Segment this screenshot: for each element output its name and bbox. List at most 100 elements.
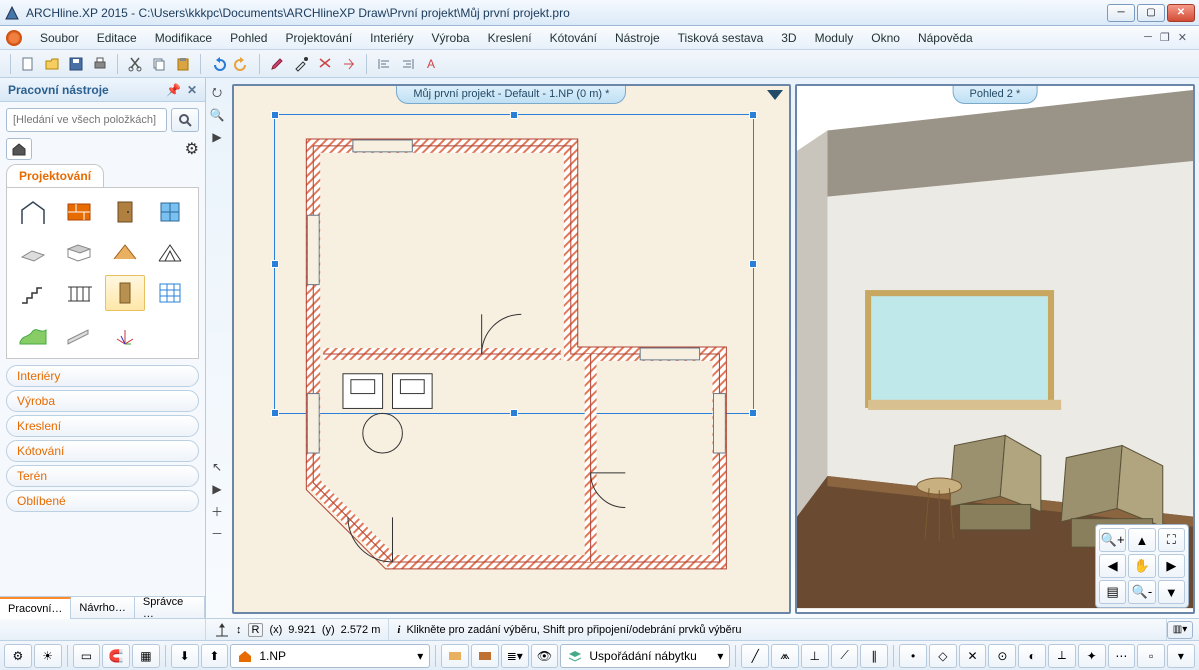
minus-icon[interactable]: － bbox=[208, 524, 226, 542]
view2d-tab[interactable]: Můj první projekt - Default - 1.NP (0 m)… bbox=[396, 84, 626, 104]
bb-arc[interactable]: ⟋ bbox=[831, 644, 859, 668]
status-end-button[interactable]: ▥▾ bbox=[1167, 621, 1193, 639]
tool-truss[interactable] bbox=[150, 235, 190, 271]
nav-fit[interactable]: ⛶ bbox=[1158, 528, 1185, 552]
category-vyroba[interactable]: Výroba bbox=[6, 390, 199, 412]
redo-button[interactable] bbox=[231, 53, 253, 75]
category-oblibene[interactable]: Oblíbené bbox=[6, 490, 199, 512]
bb-layer-vis[interactable]: 👁 bbox=[531, 644, 559, 668]
bb-layers[interactable]: ≣▾ bbox=[501, 644, 529, 668]
play-icon[interactable]: ▶ bbox=[208, 128, 226, 146]
coord-mode-icon[interactable]: ↕ bbox=[236, 624, 242, 636]
print-button[interactable] bbox=[89, 53, 111, 75]
orbit-icon[interactable]: ⭮ bbox=[208, 84, 226, 102]
bb-grid[interactable]: ▦ bbox=[132, 644, 160, 668]
menu-projektovani[interactable]: Projektování bbox=[277, 29, 360, 47]
bb-line[interactable]: ╱ bbox=[741, 644, 769, 668]
bb-wall-2[interactable] bbox=[471, 644, 499, 668]
bb-snap-cen[interactable]: ⊙ bbox=[988, 644, 1016, 668]
paste-button[interactable] bbox=[172, 53, 194, 75]
tool-window[interactable] bbox=[150, 194, 190, 230]
bb-sun[interactable]: ☀ bbox=[34, 644, 62, 668]
layer-combo[interactable]: Uspořádání nábytku ▾ bbox=[560, 644, 730, 668]
view-3d[interactable]: Pohled 2 * bbox=[795, 84, 1195, 614]
menu-kresleni[interactable]: Kreslení bbox=[480, 29, 540, 47]
copy-button[interactable] bbox=[148, 53, 170, 75]
view3d-tab[interactable]: Pohled 2 * bbox=[952, 84, 1037, 104]
tool-ceiling[interactable] bbox=[59, 235, 99, 271]
category-tab-active[interactable]: Projektování bbox=[6, 164, 104, 187]
mdi-close-icon[interactable]: ✕ bbox=[1178, 31, 1187, 44]
category-kresleni[interactable]: Kreslení bbox=[6, 415, 199, 437]
menu-okno[interactable]: Okno bbox=[863, 29, 908, 47]
bb-wall-1[interactable] bbox=[441, 644, 469, 668]
nav-pan[interactable]: ✋ bbox=[1128, 554, 1155, 578]
plus-icon[interactable]: ＋ bbox=[208, 502, 226, 520]
nav-layers[interactable]: ▤ bbox=[1099, 580, 1126, 604]
text-button[interactable]: A bbox=[421, 53, 443, 75]
category-teren[interactable]: Terén bbox=[6, 465, 199, 487]
nav-down[interactable]: ▼ bbox=[1158, 580, 1185, 604]
bb-snap-more[interactable]: ▾ bbox=[1167, 644, 1195, 668]
menu-interiery[interactable]: Interiéry bbox=[362, 29, 421, 47]
category-kotovani[interactable]: Kótování bbox=[6, 440, 199, 462]
nav-zoom-out[interactable]: 🔍- bbox=[1128, 580, 1155, 604]
align-right-button[interactable] bbox=[397, 53, 419, 75]
bb-ortho[interactable]: ▭ bbox=[73, 644, 101, 668]
tool-railing[interactable] bbox=[59, 275, 99, 311]
bb-settings[interactable]: ⚙ bbox=[4, 644, 32, 668]
menu-tiskova[interactable]: Tisková sestava bbox=[670, 29, 772, 47]
menu-vyroba[interactable]: Výroba bbox=[424, 29, 478, 47]
nav-up[interactable]: ▲ bbox=[1128, 528, 1155, 552]
new-button[interactable] bbox=[17, 53, 39, 75]
search-input[interactable] bbox=[6, 108, 167, 132]
settings-icon[interactable]: ⚙ bbox=[185, 139, 199, 159]
app-menu-icon[interactable] bbox=[6, 30, 22, 46]
tool-curtainwall[interactable] bbox=[150, 275, 190, 311]
tool-column[interactable] bbox=[105, 275, 145, 311]
zoom-icon[interactable]: 🔍 bbox=[208, 106, 226, 124]
nav-left[interactable]: ◀ bbox=[1099, 554, 1126, 578]
save-button[interactable] bbox=[65, 53, 87, 75]
eyedropper-button[interactable] bbox=[290, 53, 312, 75]
expand-icon[interactable]: ▶ bbox=[208, 480, 226, 498]
bb-snap-ext[interactable]: ⋯ bbox=[1108, 644, 1136, 668]
minimize-button[interactable]: ─ bbox=[1107, 4, 1135, 22]
menu-3d[interactable]: 3D bbox=[773, 29, 804, 47]
cut-button[interactable] bbox=[124, 53, 146, 75]
scissors-button[interactable] bbox=[314, 53, 336, 75]
floor-combo[interactable]: 1.NP ▾ bbox=[230, 644, 430, 668]
tab-pracovni[interactable]: Pracovní… bbox=[0, 597, 71, 619]
bb-snap-mid[interactable]: ◇ bbox=[929, 644, 957, 668]
bb-polyline[interactable]: ⩕ bbox=[771, 644, 799, 668]
category-interiery[interactable]: Interiéry bbox=[6, 365, 199, 387]
home-button[interactable] bbox=[6, 138, 32, 160]
cursor-icon[interactable]: ↖ bbox=[208, 458, 226, 476]
coord-r-icon[interactable]: R bbox=[248, 623, 264, 637]
bb-snap[interactable]: 🧲 bbox=[102, 644, 130, 668]
panel-close-icon[interactable]: ✕ bbox=[187, 83, 197, 97]
undo-button[interactable] bbox=[207, 53, 229, 75]
tool-plane[interactable] bbox=[59, 316, 99, 352]
bb-floor-up[interactable]: ⬆ bbox=[201, 644, 229, 668]
bb-snap-int[interactable]: ✕ bbox=[959, 644, 987, 668]
bb-perp[interactable]: ⊥ bbox=[801, 644, 829, 668]
mdi-minimize-icon[interactable]: ─ bbox=[1144, 31, 1152, 44]
tab-navrho[interactable]: Návrho… bbox=[71, 597, 134, 619]
bb-snap-grid[interactable]: ▫ bbox=[1137, 644, 1165, 668]
bb-floor-down[interactable]: ⬇ bbox=[171, 644, 199, 668]
open-button[interactable] bbox=[41, 53, 63, 75]
maximize-button[interactable]: ▢ bbox=[1137, 4, 1165, 22]
tool-terrain[interactable] bbox=[13, 316, 53, 352]
tool-building[interactable] bbox=[13, 194, 53, 230]
menu-soubor[interactable]: Soubor bbox=[32, 29, 87, 47]
nav-right[interactable]: ▶ bbox=[1158, 554, 1185, 578]
menu-nastroje[interactable]: Nástroje bbox=[607, 29, 668, 47]
tool-more[interactable] bbox=[150, 316, 190, 352]
menu-napoveda[interactable]: Nápověda bbox=[910, 29, 981, 47]
tool-axis[interactable] bbox=[105, 316, 145, 352]
pin-icon[interactable]: 📌 bbox=[166, 83, 181, 97]
tool-slab[interactable] bbox=[13, 235, 53, 271]
tab-spravce[interactable]: Správce … bbox=[135, 597, 205, 619]
menu-kotovani[interactable]: Kótování bbox=[542, 29, 605, 47]
